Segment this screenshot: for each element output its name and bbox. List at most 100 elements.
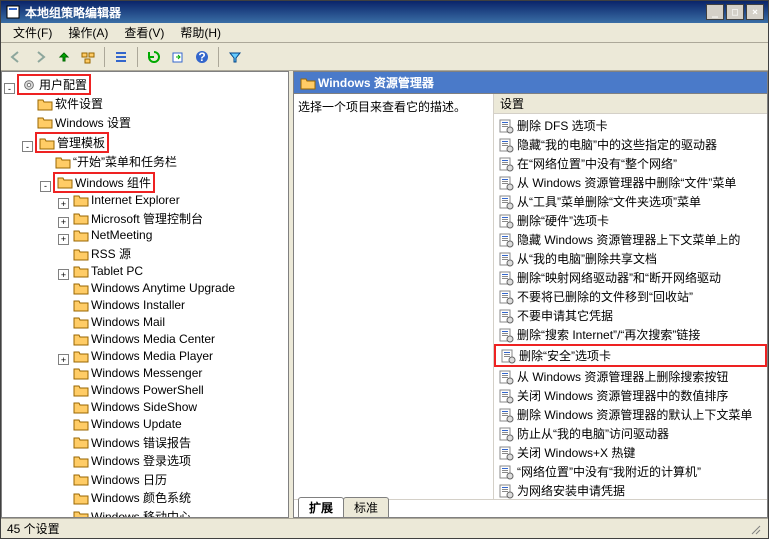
tab-extended[interactable]: 扩展 (298, 497, 344, 517)
folder-icon (73, 315, 89, 329)
tree-node[interactable]: Windows SideShow (71, 400, 199, 414)
folder-icon (73, 509, 89, 518)
tree-node[interactable]: Windows Mail (71, 315, 167, 329)
tree-expander[interactable]: - (4, 83, 15, 94)
list-item[interactable]: 隐藏 Windows 资源管理器上下文菜单上的 (494, 230, 767, 249)
list-item[interactable]: 删除“硬件”选项卡 (494, 211, 767, 230)
list-item[interactable]: “网络位置”中没有“我附近的计算机” (494, 462, 767, 481)
tree-expander[interactable]: + (58, 234, 69, 245)
tree-node[interactable]: Microsoft 管理控制台 (71, 210, 205, 227)
tree-node[interactable]: Windows Update (71, 417, 184, 431)
tab-standard[interactable]: 标准 (343, 497, 389, 517)
tree-node[interactable]: Internet Explorer (71, 193, 182, 207)
list-item[interactable]: 从“我的电脑”删除共享文档 (494, 249, 767, 268)
folder-icon (73, 247, 89, 261)
close-button[interactable]: × (746, 4, 764, 20)
minimize-button[interactable]: _ (706, 4, 724, 20)
list-item[interactable]: 防止从“我的电脑”访问驱动器 (494, 424, 767, 443)
tree-node[interactable]: Windows 移动中心 (71, 508, 193, 519)
setting-label: 删除“映射网络驱动器”和“断开网络驱动 (517, 269, 721, 286)
tree-node[interactable]: Windows 颜色系统 (71, 489, 193, 506)
tree-expander (58, 301, 69, 312)
tree-node-admin-templates[interactable]: 管理模板 (35, 132, 109, 153)
list-item[interactable]: 从 Windows 资源管理器上删除搜索按钮 (494, 367, 767, 386)
tabs: 扩展 标准 (294, 499, 767, 517)
titlebar: 本地组策略编辑器 _ □ × (1, 1, 768, 23)
tree-expander[interactable]: + (58, 217, 69, 228)
tree-expander[interactable]: + (58, 354, 69, 365)
menu-help[interactable]: 帮助(H) (172, 22, 229, 43)
list-item[interactable]: 关闭 Windows+X 热键 (494, 443, 767, 462)
tree-expander[interactable]: - (22, 141, 33, 152)
up-button[interactable] (53, 46, 75, 68)
tree-expander (58, 386, 69, 397)
folder-icon (39, 136, 55, 150)
right-header-title: Windows 资源管理器 (318, 74, 434, 91)
menu-file[interactable]: 文件(F) (5, 22, 60, 43)
help-button[interactable]: ? (191, 46, 213, 68)
tree-node[interactable]: Windows 设置 (35, 114, 133, 131)
filter-button[interactable] (224, 46, 246, 68)
list-item[interactable]: 不要将已删除的文件移到“回收站” (494, 287, 767, 306)
tree-node[interactable]: Windows 错误报告 (71, 434, 193, 451)
tree-node[interactable]: Windows Messenger (71, 366, 204, 380)
tree-node[interactable]: Windows 日历 (71, 471, 169, 488)
folder-icon (55, 155, 71, 169)
list-item[interactable]: 从“工具”菜单删除“文件夹选项”菜单 (494, 192, 767, 211)
folder-icon (73, 298, 89, 312)
list-item[interactable]: 隐藏“我的电脑”中的这些指定的驱动器 (494, 135, 767, 154)
column-header-setting[interactable]: 设置 (494, 94, 767, 114)
tree-node[interactable]: 软件设置 (35, 95, 105, 112)
tree-expander (40, 158, 51, 169)
tree-node[interactable]: Windows PowerShell (71, 383, 206, 397)
list-item[interactable]: 为网络安装申请凭据 (494, 481, 767, 499)
settings-list-pane: 设置 删除 DFS 选项卡隐藏“我的电脑”中的这些指定的驱动器在“网络位置”中没… (494, 94, 767, 499)
menu-action[interactable]: 操作(A) (60, 22, 116, 43)
right-header: Windows 资源管理器 (294, 72, 767, 94)
menu-view[interactable]: 查看(V) (116, 22, 172, 43)
tree-node[interactable]: “开始”菜单和任务栏 (53, 153, 179, 170)
folder-icon (73, 435, 89, 449)
tree-expander[interactable]: + (58, 198, 69, 209)
tree-node[interactable]: RSS 源 (71, 245, 133, 262)
list-item[interactable]: 删除“安全”选项卡 (494, 344, 767, 367)
toolbar-separator (218, 47, 219, 67)
setting-label: 删除“安全”选项卡 (519, 347, 611, 364)
maximize-button[interactable]: □ (726, 4, 744, 20)
tree-expander[interactable]: - (40, 181, 51, 192)
tree-expander[interactable]: + (58, 269, 69, 280)
tree-node-win-components[interactable]: Windows 组件 (53, 172, 155, 193)
list-item[interactable]: 删除 DFS 选项卡 (494, 116, 767, 135)
resize-grip-icon[interactable] (748, 522, 762, 536)
tree-node-user-config[interactable]: 用户配置 (17, 74, 91, 95)
tree-node[interactable]: Windows Media Player (71, 349, 215, 363)
export-button[interactable] (167, 46, 189, 68)
list-item[interactable]: 删除 Windows 资源管理器的默认上下文菜单 (494, 405, 767, 424)
folder-icon (73, 264, 89, 278)
list-item[interactable]: 在“网络位置”中没有“整个网络” (494, 154, 767, 173)
list-item[interactable]: 关闭 Windows 资源管理器中的数值排序 (494, 386, 767, 405)
tree-pane[interactable]: -用户配置软件设置Windows 设置-管理模板“开始”菜单和任务栏-Windo… (1, 71, 289, 518)
folder-icon (73, 366, 89, 380)
list-button[interactable] (110, 46, 132, 68)
back-button[interactable] (5, 46, 27, 68)
setting-label: 防止从“我的电脑”访问驱动器 (517, 425, 669, 442)
folder-tree-button[interactable] (77, 46, 99, 68)
settings-list[interactable]: 删除 DFS 选项卡隐藏“我的电脑”中的这些指定的驱动器在“网络位置”中没有“整… (494, 114, 767, 499)
tree-node[interactable]: NetMeeting (71, 228, 154, 242)
tree-node[interactable]: Windows Installer (71, 298, 187, 312)
setting-label: 隐藏 Windows 资源管理器上下文菜单上的 (517, 231, 740, 248)
tree-node[interactable]: Windows Anytime Upgrade (71, 281, 237, 295)
list-item[interactable]: 不要申请其它凭据 (494, 306, 767, 325)
list-item[interactable]: 删除“映射网络驱动器”和“断开网络驱动 (494, 268, 767, 287)
policy-icon (498, 308, 514, 324)
folder-icon (73, 332, 89, 346)
tree-expander (58, 369, 69, 380)
tree-node[interactable]: Tablet PC (71, 264, 145, 278)
tree-node[interactable]: Windows 登录选项 (71, 452, 193, 469)
tree-node[interactable]: Windows Media Center (71, 332, 217, 346)
list-item[interactable]: 删除“搜索 Internet”/“再次搜索”链接 (494, 325, 767, 344)
refresh-button[interactable] (143, 46, 165, 68)
forward-button[interactable] (29, 46, 51, 68)
list-item[interactable]: 从 Windows 资源管理器中删除“文件”菜单 (494, 173, 767, 192)
